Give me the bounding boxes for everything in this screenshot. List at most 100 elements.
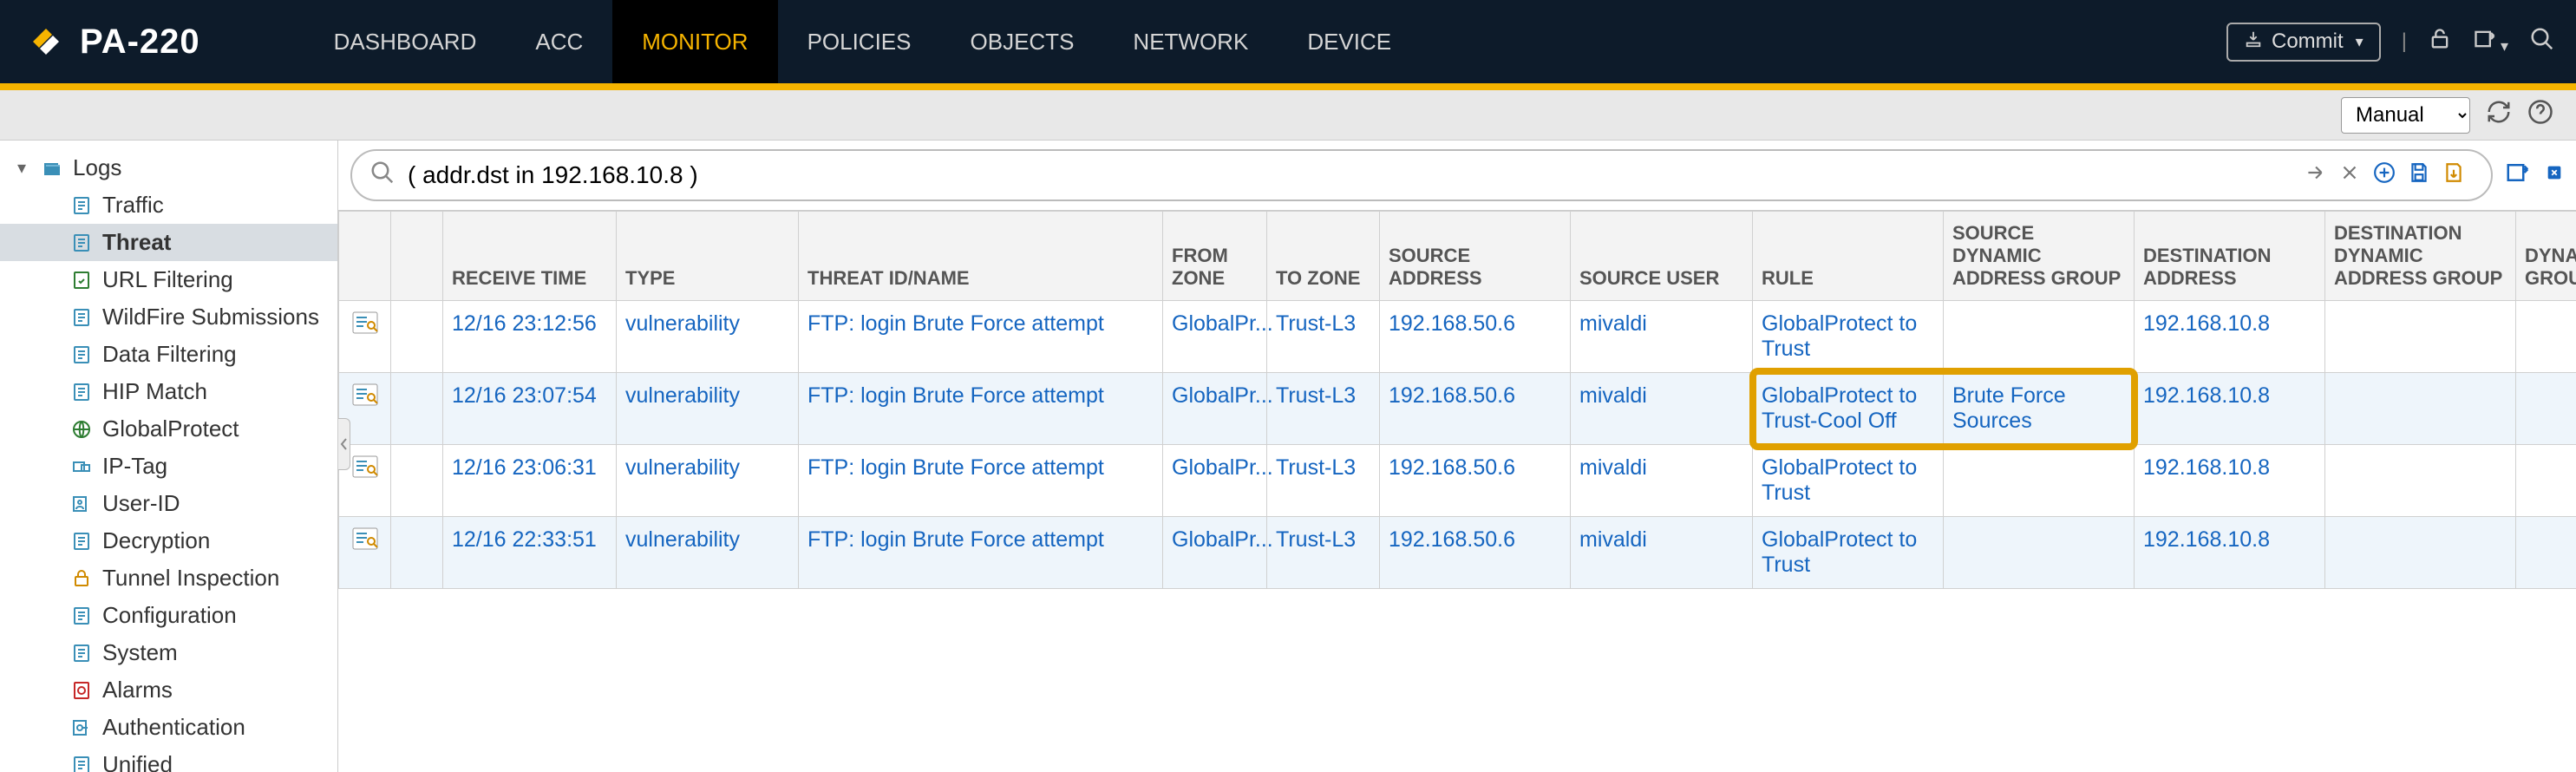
sidebar-item-tunnel-inspection[interactable]: Tunnel Inspection xyxy=(0,559,337,597)
nav-policies[interactable]: POLICIES xyxy=(778,0,941,83)
receive-time-link[interactable]: 12/16 23:06:31 xyxy=(452,455,597,480)
col-header[interactable]: FROM ZONE xyxy=(1163,212,1267,301)
sidebar-item-user-id[interactable]: User-ID xyxy=(0,485,337,522)
lock-icon[interactable] xyxy=(2428,27,2452,57)
col-header[interactable]: TO ZONE xyxy=(1267,212,1380,301)
nav-objects[interactable]: OBJECTS xyxy=(941,0,1104,83)
col-header[interactable]: DESTINATION ADDRESS xyxy=(2135,212,2325,301)
close-panel-icon[interactable] xyxy=(2545,163,2564,188)
type-link[interactable]: vulnerability xyxy=(625,527,740,552)
src-addr-link[interactable]: 192.168.50.6 xyxy=(1389,527,1515,552)
nav-acc[interactable]: ACC xyxy=(506,0,612,83)
sidebar-item-ip-tag[interactable]: IP-Tag xyxy=(0,448,337,485)
rule-link[interactable]: GlobalProtect to Trust xyxy=(1762,311,1917,361)
col-header[interactable]: SOURCE ADDRESS xyxy=(1380,212,1571,301)
sidebar-item-label: Alarms xyxy=(102,677,173,703)
src-addr-link[interactable]: 192.168.50.6 xyxy=(1389,383,1515,408)
col-header[interactable]: DYNAMIC USER GROUP xyxy=(2516,212,2576,301)
threat-link[interactable]: FTP: login Brute Force attempt xyxy=(807,527,1104,552)
tree-root-logs[interactable]: ▾ Logs xyxy=(0,149,337,186)
threat-link[interactable]: FTP: login Brute Force attempt xyxy=(807,311,1104,336)
user-icon xyxy=(69,494,94,514)
refresh-mode-select[interactable]: Manual xyxy=(2341,97,2470,134)
dst-addr-link[interactable]: 192.168.10.8 xyxy=(2143,455,2270,480)
refresh-icon[interactable] xyxy=(2486,99,2512,131)
sidebar-item-traffic[interactable]: Traffic xyxy=(0,186,337,224)
log-icon xyxy=(69,643,94,664)
src-user-link[interactable]: mivaldi xyxy=(1579,383,1647,408)
to-zone-link[interactable]: Trust-L3 xyxy=(1276,527,1356,552)
apply-filter-icon[interactable] xyxy=(2304,161,2326,190)
sidebar-item-system[interactable]: System xyxy=(0,634,337,671)
col-header[interactable]: SOURCE DYNAMIC ADDRESS GROUP xyxy=(1944,212,2135,301)
src-addr-link[interactable]: 192.168.50.6 xyxy=(1389,455,1515,480)
to-zone-link[interactable]: Trust-L3 xyxy=(1276,383,1356,408)
table-row: 12/16 23:12:56 vulnerability FTP: login Br… xyxy=(339,301,2576,373)
dst-addr-link[interactable]: 192.168.10.8 xyxy=(2143,311,2270,336)
help-icon[interactable] xyxy=(2527,99,2553,131)
load-filter-icon[interactable] xyxy=(2442,161,2465,190)
from-zone-link[interactable]: GlobalPr... xyxy=(1172,527,1273,552)
col-header[interactable] xyxy=(339,212,391,301)
log-icon xyxy=(69,195,94,216)
receive-time-link[interactable]: 12/16 23:12:56 xyxy=(452,311,597,336)
sidebar-collapse-handle[interactable] xyxy=(338,418,350,470)
col-header[interactable]: TYPE xyxy=(617,212,799,301)
sidebar-item-globalprotect[interactable]: GlobalProtect xyxy=(0,410,337,448)
from-zone-link[interactable]: GlobalPr... xyxy=(1172,311,1273,336)
sidebar-item-decryption[interactable]: Decryption xyxy=(0,522,337,559)
src-user-link[interactable]: mivaldi xyxy=(1579,527,1647,552)
sidebar-item-threat[interactable]: Threat xyxy=(0,224,337,261)
sidebar-item-unified[interactable]: Unified xyxy=(0,746,337,772)
rule-link[interactable]: GlobalProtect to Trust-Cool Off xyxy=(1762,383,1917,433)
nav-dashboard[interactable]: DASHBOARD xyxy=(304,0,507,83)
export-logs-icon[interactable] xyxy=(2505,160,2531,192)
save-filter-icon[interactable] xyxy=(2408,161,2430,190)
src-user-link[interactable]: mivaldi xyxy=(1579,455,1647,480)
src-user-link[interactable]: mivaldi xyxy=(1579,311,1647,336)
dst-addr-link[interactable]: 192.168.10.8 xyxy=(2143,383,2270,408)
threat-link[interactable]: FTP: login Brute Force attempt xyxy=(807,455,1104,480)
sidebar-item-configuration[interactable]: Configuration xyxy=(0,597,337,634)
to-zone-link[interactable]: Trust-L3 xyxy=(1276,455,1356,480)
from-zone-link[interactable]: GlobalPr... xyxy=(1172,383,1273,408)
col-header[interactable] xyxy=(391,212,443,301)
export-icon[interactable]: ▾ xyxy=(2473,27,2508,57)
sidebar-item-authentication[interactable]: Authentication xyxy=(0,709,337,746)
type-link[interactable]: vulnerability xyxy=(625,455,740,480)
from-zone-link[interactable]: GlobalPr... xyxy=(1172,455,1273,480)
col-header[interactable]: THREAT ID/NAME xyxy=(799,212,1163,301)
sidebar-item-alarms[interactable]: Alarms xyxy=(0,671,337,709)
type-link[interactable]: vulnerability xyxy=(625,383,740,408)
nav-network[interactable]: NETWORK xyxy=(1103,0,1278,83)
src-addr-link[interactable]: 192.168.50.6 xyxy=(1389,311,1515,336)
rule-link[interactable]: GlobalProtect to Trust xyxy=(1762,455,1917,505)
rule-link[interactable]: GlobalProtect to Trust xyxy=(1762,527,1917,577)
search-icon[interactable] xyxy=(2529,26,2555,58)
log-detail-icon[interactable] xyxy=(348,311,382,334)
threat-link[interactable]: FTP: login Brute Force attempt xyxy=(807,383,1104,408)
sidebar-item-data-filtering[interactable]: Data Filtering xyxy=(0,336,337,373)
log-detail-icon[interactable] xyxy=(348,383,382,406)
src-dag-link[interactable]: Brute Force Sources xyxy=(1952,383,2066,433)
type-link[interactable]: vulnerability xyxy=(625,311,740,336)
clear-filter-icon[interactable] xyxy=(2338,161,2361,190)
receive-time-link[interactable]: 12/16 22:33:51 xyxy=(452,527,597,552)
add-filter-icon[interactable] xyxy=(2373,161,2396,190)
sidebar-item-wildfire-submissions[interactable]: WildFire Submissions xyxy=(0,298,337,336)
log-detail-icon[interactable] xyxy=(348,527,382,550)
filter-input[interactable] xyxy=(408,161,2292,189)
to-zone-link[interactable]: Trust-L3 xyxy=(1276,311,1356,336)
receive-time-link[interactable]: 12/16 23:07:54 xyxy=(452,383,597,408)
col-header[interactable]: RECEIVE TIME xyxy=(443,212,617,301)
sidebar-item-hip-match[interactable]: HIP Match xyxy=(0,373,337,410)
nav-device[interactable]: DEVICE xyxy=(1278,0,1421,83)
sidebar-item-url-filtering[interactable]: URL Filtering xyxy=(0,261,337,298)
commit-button[interactable]: Commit ▾ xyxy=(2226,23,2381,62)
dst-addr-link[interactable]: 192.168.10.8 xyxy=(2143,527,2270,552)
log-detail-icon[interactable] xyxy=(348,455,382,478)
col-header[interactable]: RULE xyxy=(1753,212,1944,301)
col-header[interactable]: DESTINATION DYNAMIC ADDRESS GROUP xyxy=(2325,212,2516,301)
nav-monitor[interactable]: MONITOR xyxy=(612,0,777,83)
col-header[interactable]: SOURCE USER xyxy=(1571,212,1753,301)
